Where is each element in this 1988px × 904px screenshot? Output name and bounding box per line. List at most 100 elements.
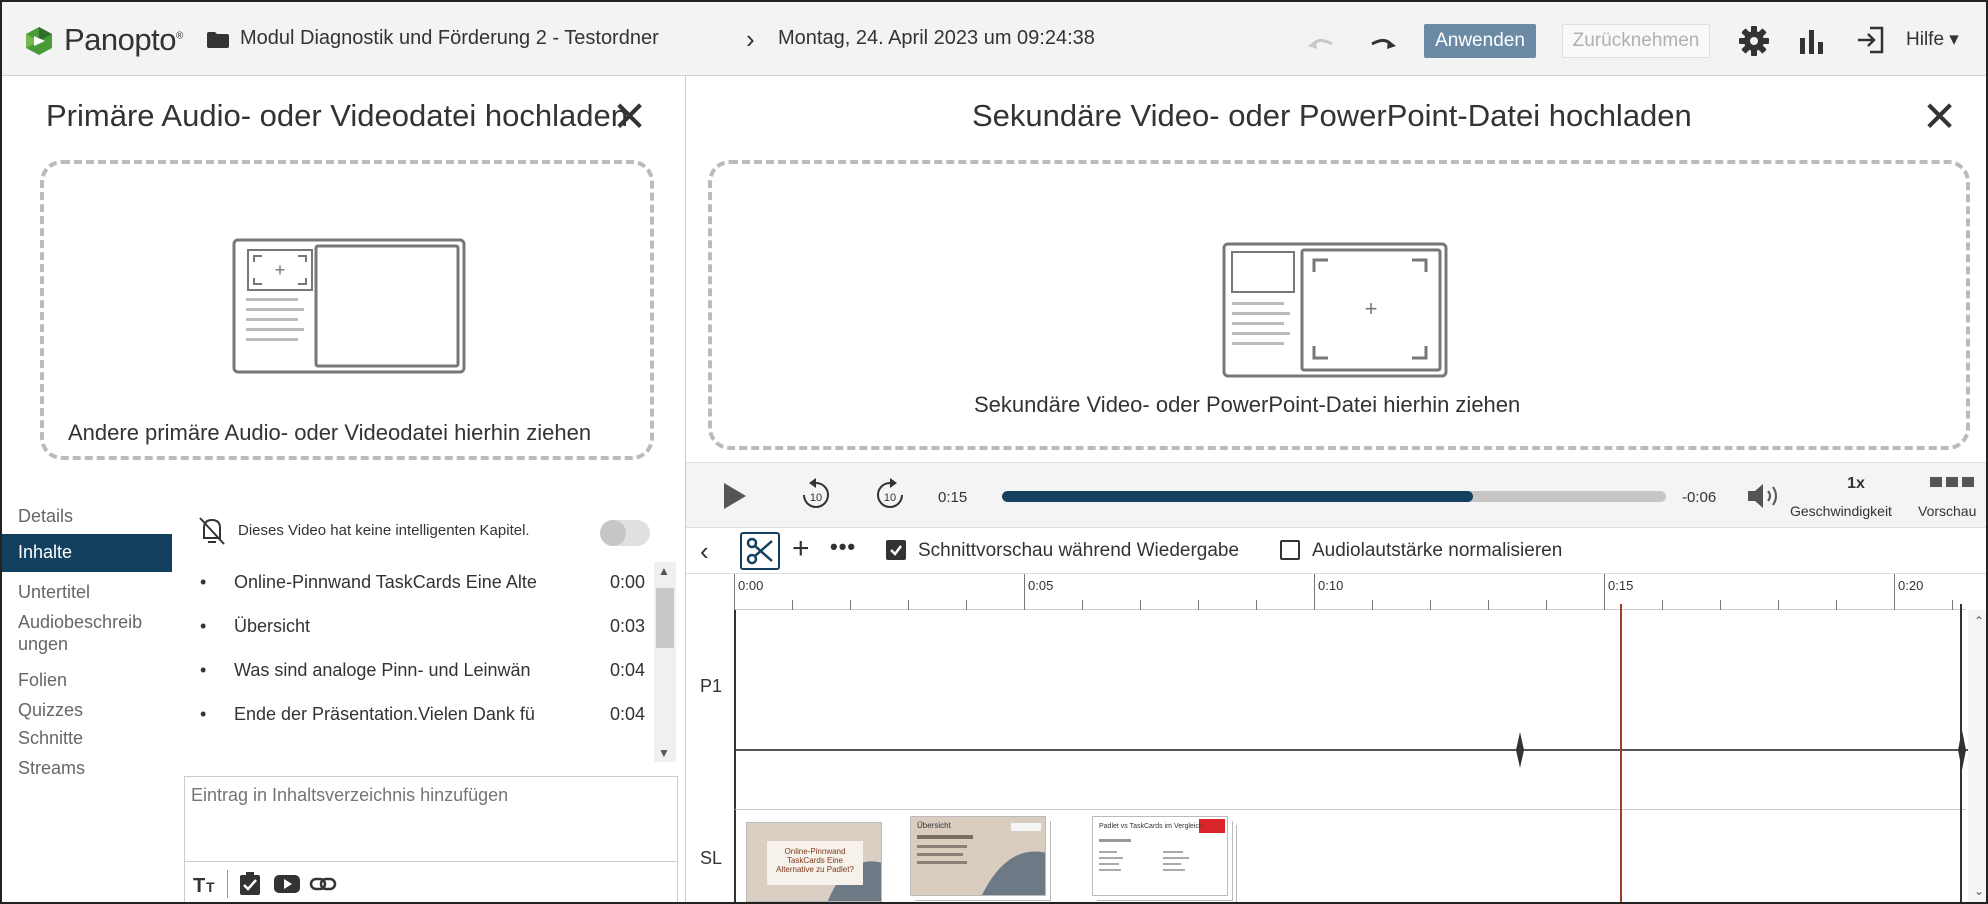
ruler-tick xyxy=(1952,600,1953,610)
exit-icon[interactable] xyxy=(1856,26,1884,54)
ruler-tick xyxy=(1198,600,1199,610)
preview-label[interactable]: Vorschau xyxy=(1918,503,1976,519)
toc-bullet: • xyxy=(200,660,207,680)
help-menu[interactable]: Hilfe ▾ xyxy=(1906,28,1959,51)
remaining-time: -0:06 xyxy=(1682,489,1717,506)
toc-item[interactable]: • Was sind analoge Pinn- und Leinwän 0:0… xyxy=(200,648,660,692)
ruler-tick xyxy=(792,600,793,610)
primary-track[interactable] xyxy=(734,610,1968,810)
ruler-tick xyxy=(850,600,851,610)
slide-thumbnail[interactable]: Padlet vs TaskCards im Vergleich xyxy=(1092,816,1228,896)
progress-bar[interactable] xyxy=(1002,491,1666,502)
timeline: 0:00 0:05 0:10 0:15 0:20 P1 SL Online-Pi… xyxy=(686,574,1986,902)
secondary-upload-icon: + xyxy=(1222,242,1448,378)
nav-item-slides[interactable]: Folien xyxy=(18,670,67,691)
ruler-tick xyxy=(1372,600,1373,610)
slide-title: Online-Pinnwand TaskCards Eine Alternati… xyxy=(776,847,854,874)
svg-text:+: + xyxy=(275,260,286,280)
toc-time: 0:00 xyxy=(610,572,646,592)
link-icon[interactable] xyxy=(309,872,337,896)
add-button[interactable]: + xyxy=(792,532,810,566)
play-icon[interactable] xyxy=(724,483,746,509)
revert-button[interactable]: Zurücknehmen xyxy=(1562,24,1710,58)
smart-chapters-toggle[interactable] xyxy=(600,520,650,546)
scroll-up-icon[interactable]: ▲ xyxy=(658,564,670,578)
cut-tool-button[interactable] xyxy=(740,532,780,570)
svg-text:T: T xyxy=(193,875,205,896)
primary-upload-panel: Primäre Audio- oder Videodatei hochladen… xyxy=(2,76,686,484)
slide-thumbnail[interactable]: Übersicht xyxy=(910,816,1046,896)
toolbar-divider xyxy=(227,870,228,898)
ruler-tick xyxy=(1082,600,1083,610)
ruler-label: 0:05 xyxy=(1028,578,1054,593)
primary-upload-title: Primäre Audio- oder Videodatei hochladen xyxy=(46,98,628,133)
close-primary-upload-icon[interactable]: ✕ xyxy=(612,96,647,138)
nav-item-contents[interactable]: Inhalte xyxy=(2,534,172,572)
apply-button[interactable]: Anwenden xyxy=(1424,24,1536,58)
nav-item-streams[interactable]: Streams xyxy=(18,758,85,779)
timeline-ruler[interactable]: 0:00 0:05 0:10 0:15 0:20 xyxy=(734,574,1966,610)
ruler-major-tick xyxy=(1024,574,1025,610)
secondary-drop-label: Sekundäre Video- oder PowerPoint-Datei h… xyxy=(974,392,1521,417)
toc-title: Ende der Präsentation.Vielen Dank fü xyxy=(234,704,535,724)
timeline-scrollbar[interactable]: ⌃ ⌄ xyxy=(1968,610,1986,902)
nav-item-cuts[interactable]: Schnitte xyxy=(18,728,83,749)
secondary-upload-title: Sekundäre Video- oder PowerPoint-Datei h… xyxy=(972,98,1692,133)
redo-icon[interactable] xyxy=(1368,34,1396,50)
cut-preview-label[interactable]: Schnittvorschau während Wiedergabe xyxy=(918,540,1239,562)
ruler-tick xyxy=(1140,600,1141,610)
playhead[interactable] xyxy=(1620,604,1622,902)
breadcrumb-folder[interactable]: Modul Diagnostik und Förderung 2 - Testo… xyxy=(240,27,659,50)
preview-layout-icon[interactable] xyxy=(1930,477,1974,489)
scroll-down-icon[interactable]: ▼ xyxy=(658,746,670,760)
nav-item-quizzes[interactable]: Quizzes xyxy=(18,700,83,721)
text-format-icon[interactable]: T T xyxy=(193,872,221,896)
toc-item[interactable]: • Ende der Präsentation.Vielen Dank fü 0… xyxy=(200,692,660,736)
ruler-tick xyxy=(1546,600,1547,610)
primary-dropzone[interactable]: + Andere primäre Audio- oder Videodatei … xyxy=(40,160,654,460)
slide-thumbnail[interactable]: Online-Pinnwand TaskCards Eine Alternati… xyxy=(746,822,882,902)
slide-title: Padlet vs TaskCards im Vergleich xyxy=(1099,823,1203,830)
more-options-button[interactable]: ••• xyxy=(830,534,856,560)
gear-icon[interactable] xyxy=(1739,26,1769,56)
ruler-label: 0:10 xyxy=(1318,578,1344,593)
slides-track[interactable]: Online-Pinnwand TaskCards Eine Alternati… xyxy=(734,810,1966,902)
ruler-major-tick xyxy=(1604,574,1605,610)
folder-icon xyxy=(207,32,229,48)
scroll-down-icon[interactable]: ⌄ xyxy=(1974,884,1984,898)
stats-icon[interactable] xyxy=(1798,28,1826,54)
cut-preview-checkbox[interactable] xyxy=(886,540,906,560)
toc-title: Übersicht xyxy=(234,616,311,636)
undo-icon[interactable] xyxy=(1308,34,1336,50)
timeline-end-marker[interactable] xyxy=(1960,604,1962,902)
nav-item-audio-description-cont[interactable]: ungen xyxy=(18,634,68,655)
collapse-back-icon[interactable]: ‹ xyxy=(700,536,709,567)
session-title: Montag, 24. April 2023 um 09:24:38 xyxy=(778,27,1095,49)
toc-entry-input[interactable] xyxy=(185,777,677,861)
svg-text:10: 10 xyxy=(884,492,896,504)
speed-value[interactable]: 1x xyxy=(1836,475,1876,493)
normalize-audio-label[interactable]: Audiolautstärke normalisieren xyxy=(1312,540,1562,562)
toc-bullet: • xyxy=(200,704,207,724)
forward-10-icon[interactable]: 10 xyxy=(872,477,908,513)
volume-icon[interactable] xyxy=(1746,481,1784,511)
youtube-icon[interactable] xyxy=(273,872,301,896)
normalize-audio-checkbox[interactable] xyxy=(1280,540,1300,560)
toc-item[interactable]: • Übersicht 0:03 xyxy=(200,604,660,648)
rewind-10-icon[interactable]: 10 xyxy=(798,477,834,513)
svg-text:T: T xyxy=(206,879,215,895)
toc-scrollbar[interactable]: ▲ ▼ xyxy=(654,562,676,762)
quiz-icon[interactable] xyxy=(237,872,265,896)
toc-bullet: • xyxy=(200,616,207,636)
scroll-thumb[interactable] xyxy=(656,588,674,648)
no-chapters-icon xyxy=(199,517,225,545)
ruler-tick xyxy=(1662,600,1663,610)
scroll-up-icon[interactable]: ⌃ xyxy=(1974,614,1984,628)
nav-item-audio-description[interactable]: Audiobeschreib xyxy=(18,612,142,633)
toc-item[interactable]: • Online-Pinnwand TaskCards Eine Alte 0:… xyxy=(200,560,660,604)
close-secondary-upload-icon[interactable]: ✕ xyxy=(1922,96,1957,138)
toc-entry-toolbar: T T xyxy=(184,862,678,902)
nav-item-details[interactable]: Details xyxy=(18,506,73,527)
secondary-dropzone[interactable]: + Sekundäre Video- oder PowerPoint-Datei… xyxy=(708,160,1970,450)
nav-item-captions[interactable]: Untertitel xyxy=(18,582,90,603)
